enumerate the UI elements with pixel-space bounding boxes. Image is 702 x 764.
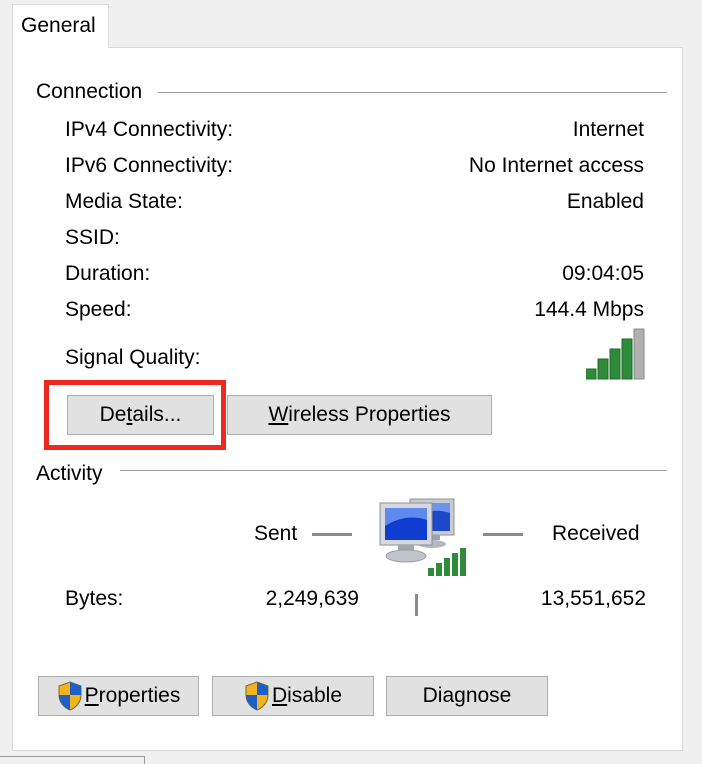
- bytes-sent-value: 2,249,639: [265, 587, 359, 610]
- activity-link-line: [415, 594, 418, 616]
- signal-bar: [633, 328, 645, 380]
- uac-shield-icon: [58, 681, 82, 711]
- duration-label: Duration:: [65, 262, 151, 285]
- diagnose-button-label: Diagnose: [422, 684, 512, 707]
- duration-value: 09:04:05: [562, 262, 644, 285]
- properties-button[interactable]: Properties: [38, 676, 199, 716]
- signal-bar: [621, 338, 633, 380]
- activity-heading: Activity: [36, 462, 103, 485]
- speed-value: 144.4 Mbps: [534, 298, 644, 321]
- properties-button-label: Properties: [84, 684, 181, 707]
- speed-label: Speed:: [65, 298, 132, 321]
- received-dash: [483, 533, 523, 536]
- diagnose-button[interactable]: Diagnose: [386, 676, 548, 716]
- connection-heading: Connection: [36, 80, 143, 103]
- wireless-properties-label: Wireless Properties: [268, 403, 451, 426]
- bytes-received-value: 13,551,652: [540, 587, 646, 610]
- signal-strength-icon: [586, 328, 645, 380]
- window-edge: [684, 0, 702, 764]
- bytes-label: Bytes:: [65, 587, 124, 610]
- sent-dash: [312, 533, 352, 536]
- ipv4-value: Internet: [572, 118, 644, 141]
- window-bottom-edge: [0, 756, 145, 764]
- signal-bar: [586, 368, 597, 380]
- sent-label: Sent: [254, 522, 298, 545]
- wireless-properties-button[interactable]: Wireless Properties: [227, 395, 492, 435]
- uac-shield-icon: [245, 681, 269, 711]
- ipv4-label: IPv4 Connectivity:: [65, 118, 234, 141]
- media-state-label: Media State:: [65, 190, 183, 213]
- ssid-label: SSID:: [65, 226, 120, 249]
- connection-group-line: [158, 92, 667, 93]
- tab-general-label: General: [21, 14, 96, 37]
- signal-bar: [609, 348, 621, 380]
- signal-bar: [597, 358, 609, 380]
- media-state-value: Enabled: [566, 190, 644, 213]
- received-label: Received: [552, 522, 640, 545]
- activity-group-line: [120, 470, 667, 471]
- disable-button-label: Disable: [271, 684, 343, 707]
- network-computers-icon: [379, 498, 466, 576]
- ipv6-label: IPv6 Connectivity:: [65, 154, 234, 177]
- signal-quality-label: Signal Quality:: [65, 346, 201, 369]
- ipv6-value: No Internet access: [468, 154, 644, 177]
- details-highlight-box: [44, 380, 226, 450]
- tab-general[interactable]: General: [12, 4, 109, 48]
- disable-button[interactable]: Disable: [212, 676, 374, 716]
